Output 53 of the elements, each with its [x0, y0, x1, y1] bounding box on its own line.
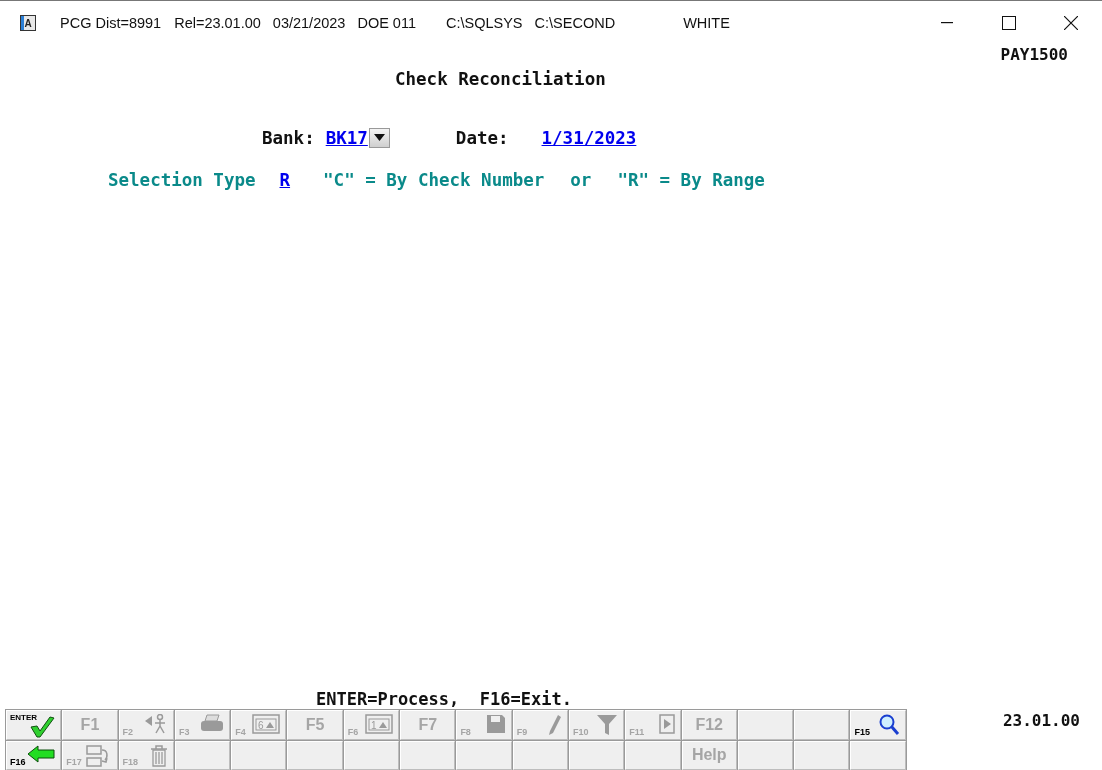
- person-arrow-icon: [143, 714, 168, 734]
- caret-icon: [373, 134, 385, 142]
- function-key[interactable]: F15: [850, 710, 906, 740]
- version-number: 23.01.00: [1002, 711, 1080, 730]
- blank-function-key[interactable]: [400, 740, 456, 770]
- blank-function-key[interactable]: [456, 740, 512, 770]
- blank-function-key[interactable]: [231, 740, 287, 770]
- screen-title: Check Reconciliation: [395, 69, 606, 89]
- maximize-icon: [1002, 16, 1016, 30]
- title-item: 03/21/2023: [272, 15, 346, 31]
- title-item: WHITE: [683, 15, 730, 31]
- blank-function-key[interactable]: [343, 740, 400, 770]
- trash-icon: [149, 744, 168, 767]
- left-arrow-icon: [27, 744, 56, 763]
- title-item: Rel=23.01.00: [174, 15, 261, 31]
- selection-hint: "R" = By Range: [617, 170, 765, 190]
- selection-type-field[interactable]: R: [279, 170, 291, 190]
- blank-function-key[interactable]: [568, 740, 625, 770]
- screen-icon: 1: [365, 714, 394, 734]
- play-icon: [658, 714, 675, 734]
- blank-function-key[interactable]: [794, 740, 850, 770]
- program-code: PAY1500: [1000, 45, 1068, 66]
- funnel-icon: [596, 714, 619, 736]
- blank-function-key[interactable]: [625, 740, 681, 770]
- bank-field[interactable]: BK17: [325, 128, 368, 148]
- selection-hint: or: [570, 170, 592, 190]
- minimize-icon: [941, 22, 953, 24]
- blank-function-key[interactable]: [287, 740, 343, 770]
- pencil-icon: [547, 714, 562, 736]
- date-field[interactable]: 1/31/2023: [529, 128, 637, 148]
- blank-function-key[interactable]: [737, 710, 794, 740]
- screen-icon: 6: [252, 714, 281, 734]
- date-label: Date:: [455, 128, 509, 148]
- dropdown-button[interactable]: [368, 128, 390, 148]
- blank-function-key[interactable]: [850, 740, 906, 770]
- bank-label: Bank:: [262, 128, 315, 148]
- blank-function-key[interactable]: [512, 740, 568, 770]
- title-item: PCG Dist=8991: [60, 15, 162, 31]
- function-key[interactable]: ENTER: [6, 710, 62, 740]
- app-icon: A: [20, 15, 36, 31]
- function-key[interactable]: F16: [6, 740, 62, 770]
- status-message: ENTER=Process, F16=Exit.: [316, 689, 572, 709]
- selection-type-label: Selection Type: [108, 170, 256, 190]
- search-icon: [877, 714, 900, 736]
- blank-function-key[interactable]: [737, 740, 794, 770]
- blank-function-key[interactable]: [794, 710, 850, 740]
- printer-icon: [200, 714, 225, 732]
- title-item: DOE 011: [357, 15, 416, 31]
- title-item: C:\SQLSYS: [446, 15, 523, 31]
- blank-function-key[interactable]: [174, 740, 231, 770]
- selection-hint: "C" = By Check Number: [323, 170, 545, 190]
- close-icon: [1064, 16, 1078, 30]
- title-item: C:\SECOND: [534, 15, 616, 31]
